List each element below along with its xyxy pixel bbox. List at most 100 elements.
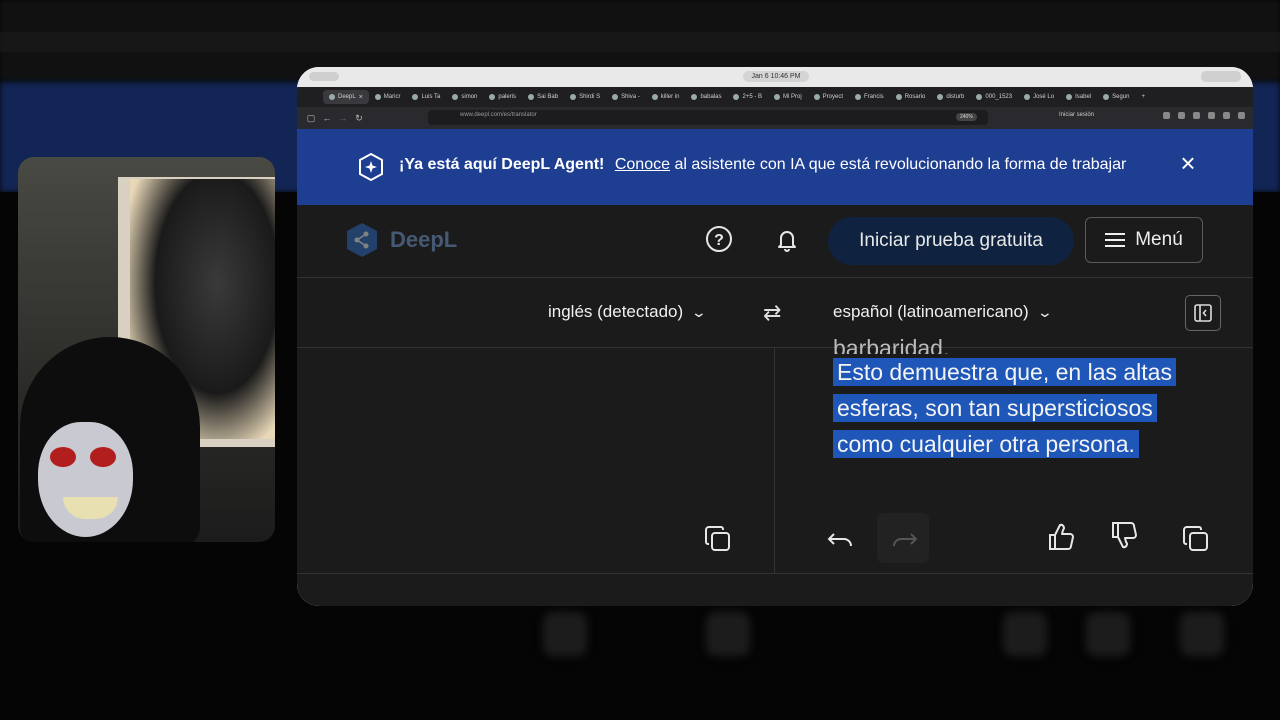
tab-label: José Lo [1033,94,1055,100]
browser-tab[interactable]: Mi Proj [768,90,808,104]
highlighted-translation-line: esferas, son tan supersticiosos [833,394,1157,422]
bell-icon[interactable] [775,227,799,253]
tab-label: Maricr [383,94,401,100]
tab-favicon-icon [774,94,780,100]
panel-toggle-button[interactable] [1185,295,1221,331]
thumbs-up-icon[interactable] [1046,522,1076,552]
source-language-select[interactable]: inglés (detectado) ⌄ [548,302,707,322]
copy-source-icon[interactable] [703,524,733,554]
tab-label: Sai Bab [537,94,559,100]
translation-output[interactable]: barbaridad. Esto demuestra que, en las a… [833,335,1193,462]
background-thumbs-down-icon [1086,612,1130,656]
tab-label: Shiva - [621,94,640,100]
reload-icon[interactable]: ↻ [351,113,367,124]
background-copy-icon-2 [1180,612,1224,656]
browser-tab[interactable]: Shiva - [606,90,646,104]
menu-icon[interactable] [1238,112,1245,119]
copy-translation-icon[interactable] [1181,524,1211,554]
browser-tab[interactable]: Segun [1097,90,1135,104]
editor-footer [297,573,1253,606]
url-bar[interactable]: www.deepl.com/es/translator 240% [428,110,988,125]
help-icon[interactable]: ? [706,226,732,252]
extension-icon[interactable] [1223,112,1230,119]
promo-text: al asistente con IA que está revoluciona… [674,156,1127,173]
browser-tab[interactable]: Isabel [1060,90,1097,104]
highlighted-translation-line: Esto demuestra que, en las altas [833,358,1176,386]
tab-favicon-icon [570,94,577,100]
start-free-trial-button[interactable]: Iniciar prueba gratuita [828,217,1074,265]
undo-icon[interactable] [826,524,856,554]
tab-close-icon[interactable]: × [359,94,363,101]
browser-tab[interactable]: simon [446,90,483,104]
tab-favicon-icon [937,94,944,100]
browser-tab[interactable]: Sai Bab [522,90,564,104]
target-language-label: español (latinoamericano) [833,302,1029,321]
window-controls-right[interactable] [1201,71,1241,82]
extension-icon[interactable] [1208,112,1215,119]
browser-tab[interactable]: killer in [646,90,686,104]
background-copy-icon [543,612,587,656]
mask-left-eye [50,447,76,467]
tab-favicon-icon [1024,94,1031,100]
browser-tab[interactable]: Proyect [808,90,849,104]
zoom-level[interactable]: 240% [956,113,977,121]
system-title-bar: Jan 6 10:46 PM [297,67,1253,87]
tab-label: simon [461,94,478,100]
extension-icon[interactable] [1163,112,1170,119]
forward-icon[interactable]: → [335,113,351,123]
tab-label: 2+5 - B [742,94,762,100]
sidebar-icon[interactable]: ▢ [303,113,319,124]
tab-active[interactable]: DeepL × [323,90,369,104]
browser-tab[interactable]: babalas [685,90,727,104]
chevron-down-icon: ⌄ [1036,303,1053,320]
tab-label: babalas [700,94,722,100]
tab-label: Rosario [904,94,926,100]
deepl-logo[interactable]: DeepL [344,221,457,259]
browser-tab[interactable]: disturb [931,90,970,104]
tab-favicon-icon [528,94,535,100]
thumbs-down-icon[interactable] [1109,520,1139,550]
sidebar-collapse-icon [1194,304,1212,322]
webcam-overlay [18,157,275,542]
redo-icon[interactable] [889,524,919,554]
highlighted-translation-line: como cualquier otra persona. [833,430,1139,458]
browser-tab[interactable]: Rosario [890,90,932,104]
translator-editor: barbaridad. Esto demuestra que, en las a… [297,335,1253,573]
tab-label: 000_1523 [985,94,1013,100]
target-language-select[interactable]: español (latinoamericano) ⌄ [833,302,1053,322]
extension-icon[interactable] [1178,112,1185,119]
swap-languages-icon[interactable]: ⇄ [763,300,781,326]
tab-label: Mi Proj [783,94,802,100]
tab-favicon-icon [489,94,496,100]
tab-strip: DeepL × Maricr Luis Ta simon paleris Sai Bab Sh… [297,87,1253,107]
promo-link[interactable]: Conoce [615,156,670,173]
source-language-label: inglés (detectado) [548,302,684,321]
browser-tab[interactable]: Luis Ta [406,90,446,104]
tab-label: DeepL [338,94,356,100]
url-text: www.deepl.com/es/translator [460,112,537,118]
tab-favicon-icon [612,94,619,100]
tab-label: Luis Ta [421,94,441,100]
translation-partial-line: barbaridad. [833,335,950,354]
tab-favicon-icon [374,94,381,100]
back-icon[interactable]: ← [319,113,335,123]
browser-tab[interactable]: 2+5 - B [727,90,768,104]
close-icon[interactable]: × [1177,150,1199,176]
hamburger-icon [1105,233,1126,247]
menu-button[interactable]: Menú [1085,217,1203,263]
browser-tab[interactable]: Francis [849,90,890,104]
new-tab-icon[interactable]: + [1135,90,1151,104]
browser-tab[interactable]: paleris [483,90,522,104]
tab-label: Francis [864,94,884,100]
extension-icon[interactable] [1193,112,1200,119]
browser-tab[interactable]: 000_1523 [970,90,1018,104]
browser-tab[interactable]: Shirdi S [564,90,606,104]
window-controls-left[interactable] [309,72,339,81]
signin-link[interactable]: Iniciar sesión [1059,112,1094,118]
browser-window: Jan 6 10:46 PM DeepL × Maricr Luis Ta simon p… [297,67,1253,606]
extension-icons [1163,112,1245,119]
browser-tab[interactable]: José Lo [1018,90,1060,104]
browser-tab[interactable]: Maricr [369,90,407,104]
deepl-logo-text: DeepL [390,227,458,252]
tab-favicon-icon [1103,94,1110,100]
